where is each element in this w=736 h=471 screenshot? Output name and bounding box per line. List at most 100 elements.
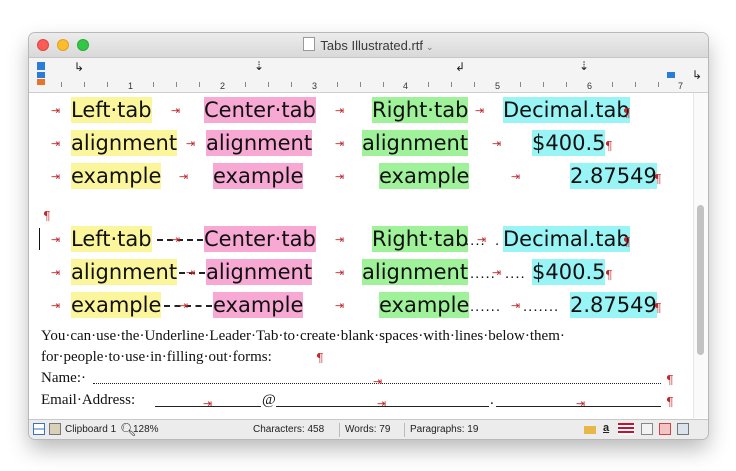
ruler-tick bbox=[199, 82, 200, 87]
tab-marker-icon: ⇥ bbox=[51, 170, 61, 183]
ruler-tick bbox=[360, 82, 361, 87]
layout-toggle-icon[interactable] bbox=[33, 423, 45, 435]
ruler-tick bbox=[566, 82, 567, 87]
right-tab-text: Right·tab bbox=[372, 226, 469, 252]
left-tab-text: Left·tab bbox=[71, 226, 152, 252]
left-tab-text: Left·tab bbox=[71, 97, 152, 123]
right-tab-stop-icon[interactable]: ↲ bbox=[455, 60, 465, 74]
us-flag-icon[interactable] bbox=[618, 423, 634, 435]
left-tab-stop-icon[interactable]: ↳ bbox=[74, 60, 84, 74]
pilcrow-icon: ¶ bbox=[316, 351, 324, 365]
empty-paragraph-pilcrow-icon: ¶ bbox=[43, 209, 51, 223]
ruler-toggle-icon[interactable] bbox=[584, 426, 596, 434]
tab-type-selector-icon[interactable]: ↳ bbox=[692, 68, 702, 82]
pilcrow-icon: ¶ bbox=[623, 235, 631, 249]
invisibles-icon[interactable] bbox=[659, 423, 671, 435]
clipboard-icon[interactable] bbox=[49, 423, 61, 435]
ruler-tick bbox=[543, 82, 544, 87]
page-view-icon[interactable] bbox=[641, 423, 653, 435]
ruler-tick bbox=[268, 82, 269, 87]
ruler[interactable]: ↳ ⇣ ↲ ⇣ ↳ 1 2 3 4 5 6 7 bbox=[29, 58, 708, 93]
window-title-area[interactable]: Tabs Illustrated.rtf ⌄ bbox=[29, 37, 708, 53]
window-title: Tabs Illustrated.rtf bbox=[320, 38, 424, 53]
table2-row: ⇥ alignment ⇥ alignment ⇥ alignment ....… bbox=[29, 259, 694, 287]
table1-row: ⇥ example ⇥ example ⇥ example ⇥ 2.87549 … bbox=[29, 163, 694, 191]
underline-icon[interactable]: a bbox=[603, 422, 609, 434]
ruler-tick bbox=[291, 82, 292, 87]
clipboard-label[interactable]: Clipboard 1 bbox=[65, 424, 116, 435]
pilcrow-icon: ¶ bbox=[666, 395, 674, 409]
pilcrow-icon: ¶ bbox=[605, 139, 613, 153]
left-tab-text: alignment bbox=[71, 130, 178, 156]
pilcrow-icon: ¶ bbox=[654, 301, 662, 315]
ruler-number: 1 bbox=[128, 81, 134, 91]
first-line-indent-marker[interactable] bbox=[37, 62, 45, 70]
tab-marker-icon: ⇥ bbox=[186, 266, 196, 279]
left-indent-marker[interactable] bbox=[37, 72, 45, 78]
scrollbar-thumb[interactable] bbox=[697, 205, 704, 355]
tab-marker-icon: ⇥ bbox=[51, 137, 61, 150]
ruler-tick bbox=[383, 82, 384, 87]
pilcrow-icon: ¶ bbox=[666, 373, 674, 387]
tab-marker-icon: ⇥ bbox=[51, 299, 61, 312]
paragraph-line: for·people·to·use·in·filling·out·forms: bbox=[41, 349, 272, 365]
tab-marker-icon: ⇥ bbox=[335, 299, 345, 312]
document-window: Tabs Illustrated.rtf ⌄ ↳ ⇣ ↲ ⇣ ↳ 1 2 3 4 … bbox=[29, 33, 708, 439]
ruler-tick bbox=[658, 82, 659, 87]
ruler-number: 7 bbox=[678, 81, 684, 91]
ruler-tick bbox=[337, 82, 338, 87]
decimal-tab-stop-icon[interactable]: ⇣ bbox=[579, 59, 589, 73]
table2-row: ⇥ Left·tab ⇥ Center·tab ⇥ Right·tab ....… bbox=[29, 226, 694, 254]
decimal-tab-text: 2.87549 bbox=[570, 292, 657, 318]
tab-marker-icon: ⇥ bbox=[335, 137, 345, 150]
status-bar: Clipboard 1 🔍︎ 128% Characters: 458 Word… bbox=[29, 419, 708, 439]
ruler-tick bbox=[153, 82, 154, 87]
dot-leader: . bbox=[495, 232, 501, 249]
left-tab-text: example bbox=[71, 163, 162, 189]
tab-marker-icon: ⇥ bbox=[492, 137, 502, 150]
email-at-sign: @ bbox=[262, 392, 276, 408]
zoom-level[interactable]: 128% bbox=[133, 424, 159, 435]
right-tab-text: alignment bbox=[362, 130, 469, 156]
ruler-tick bbox=[176, 82, 177, 87]
vertical-scrollbar[interactable] bbox=[693, 93, 708, 418]
right-indent-marker[interactable] bbox=[667, 72, 675, 78]
ruler-tick bbox=[107, 82, 108, 87]
center-tab-text: Center·tab bbox=[204, 97, 316, 123]
ruler-tick bbox=[428, 82, 429, 87]
tab-marker-icon: ⇥ bbox=[203, 397, 213, 410]
pilcrow-icon: ¶ bbox=[605, 268, 613, 282]
decimal-tab-text: Decimal.tab bbox=[503, 226, 630, 252]
characters-count: Characters: 458 bbox=[253, 424, 325, 435]
ruler-tick bbox=[520, 82, 521, 87]
email-label: Email·Address: bbox=[41, 392, 136, 408]
center-tab-text: alignment bbox=[206, 130, 313, 156]
right-tab-text: Right·tab bbox=[372, 97, 469, 123]
paragraph-line: You·can·use·the·Underline·Leader·Tab·to·… bbox=[41, 328, 565, 344]
fullscreen-icon[interactable] bbox=[677, 423, 689, 435]
tab-marker-icon: ⇥ bbox=[179, 170, 189, 183]
text-area[interactable]: ⇥ Left·tab ⇥ Center·tab ⇥ Right·tab ⇥ De… bbox=[29, 93, 694, 418]
table1-row: ⇥ alignment ⇥ alignment ⇥ alignment ⇥ $4… bbox=[29, 130, 694, 158]
tab-marker-icon: ⇥ bbox=[51, 233, 61, 246]
ruler-tick bbox=[61, 82, 62, 87]
dot-leader: ....... bbox=[523, 298, 560, 315]
ruler-tick bbox=[612, 82, 613, 87]
ruler-number: 3 bbox=[312, 81, 318, 91]
ruler-tick bbox=[474, 82, 475, 87]
left-margin-marker[interactable] bbox=[37, 79, 45, 85]
right-tab-text: alignment bbox=[362, 259, 469, 285]
status-separator bbox=[404, 423, 405, 437]
text-cursor bbox=[39, 228, 40, 250]
ruler-number: 6 bbox=[587, 81, 593, 91]
tab-marker-icon: ⇥ bbox=[51, 104, 61, 117]
pilcrow-icon: ¶ bbox=[654, 172, 662, 186]
tab-marker-icon: ⇥ bbox=[51, 266, 61, 279]
center-tab-stop-icon[interactable]: ⇣ bbox=[254, 59, 264, 73]
ruler-tick bbox=[245, 82, 246, 87]
ruler-number: 2 bbox=[220, 81, 226, 91]
tab-marker-icon: ⇥ bbox=[377, 397, 387, 410]
right-tab-text: example bbox=[379, 292, 470, 318]
decimal-tab-text: Decimal.tab bbox=[503, 97, 630, 123]
document-icon bbox=[303, 37, 316, 51]
